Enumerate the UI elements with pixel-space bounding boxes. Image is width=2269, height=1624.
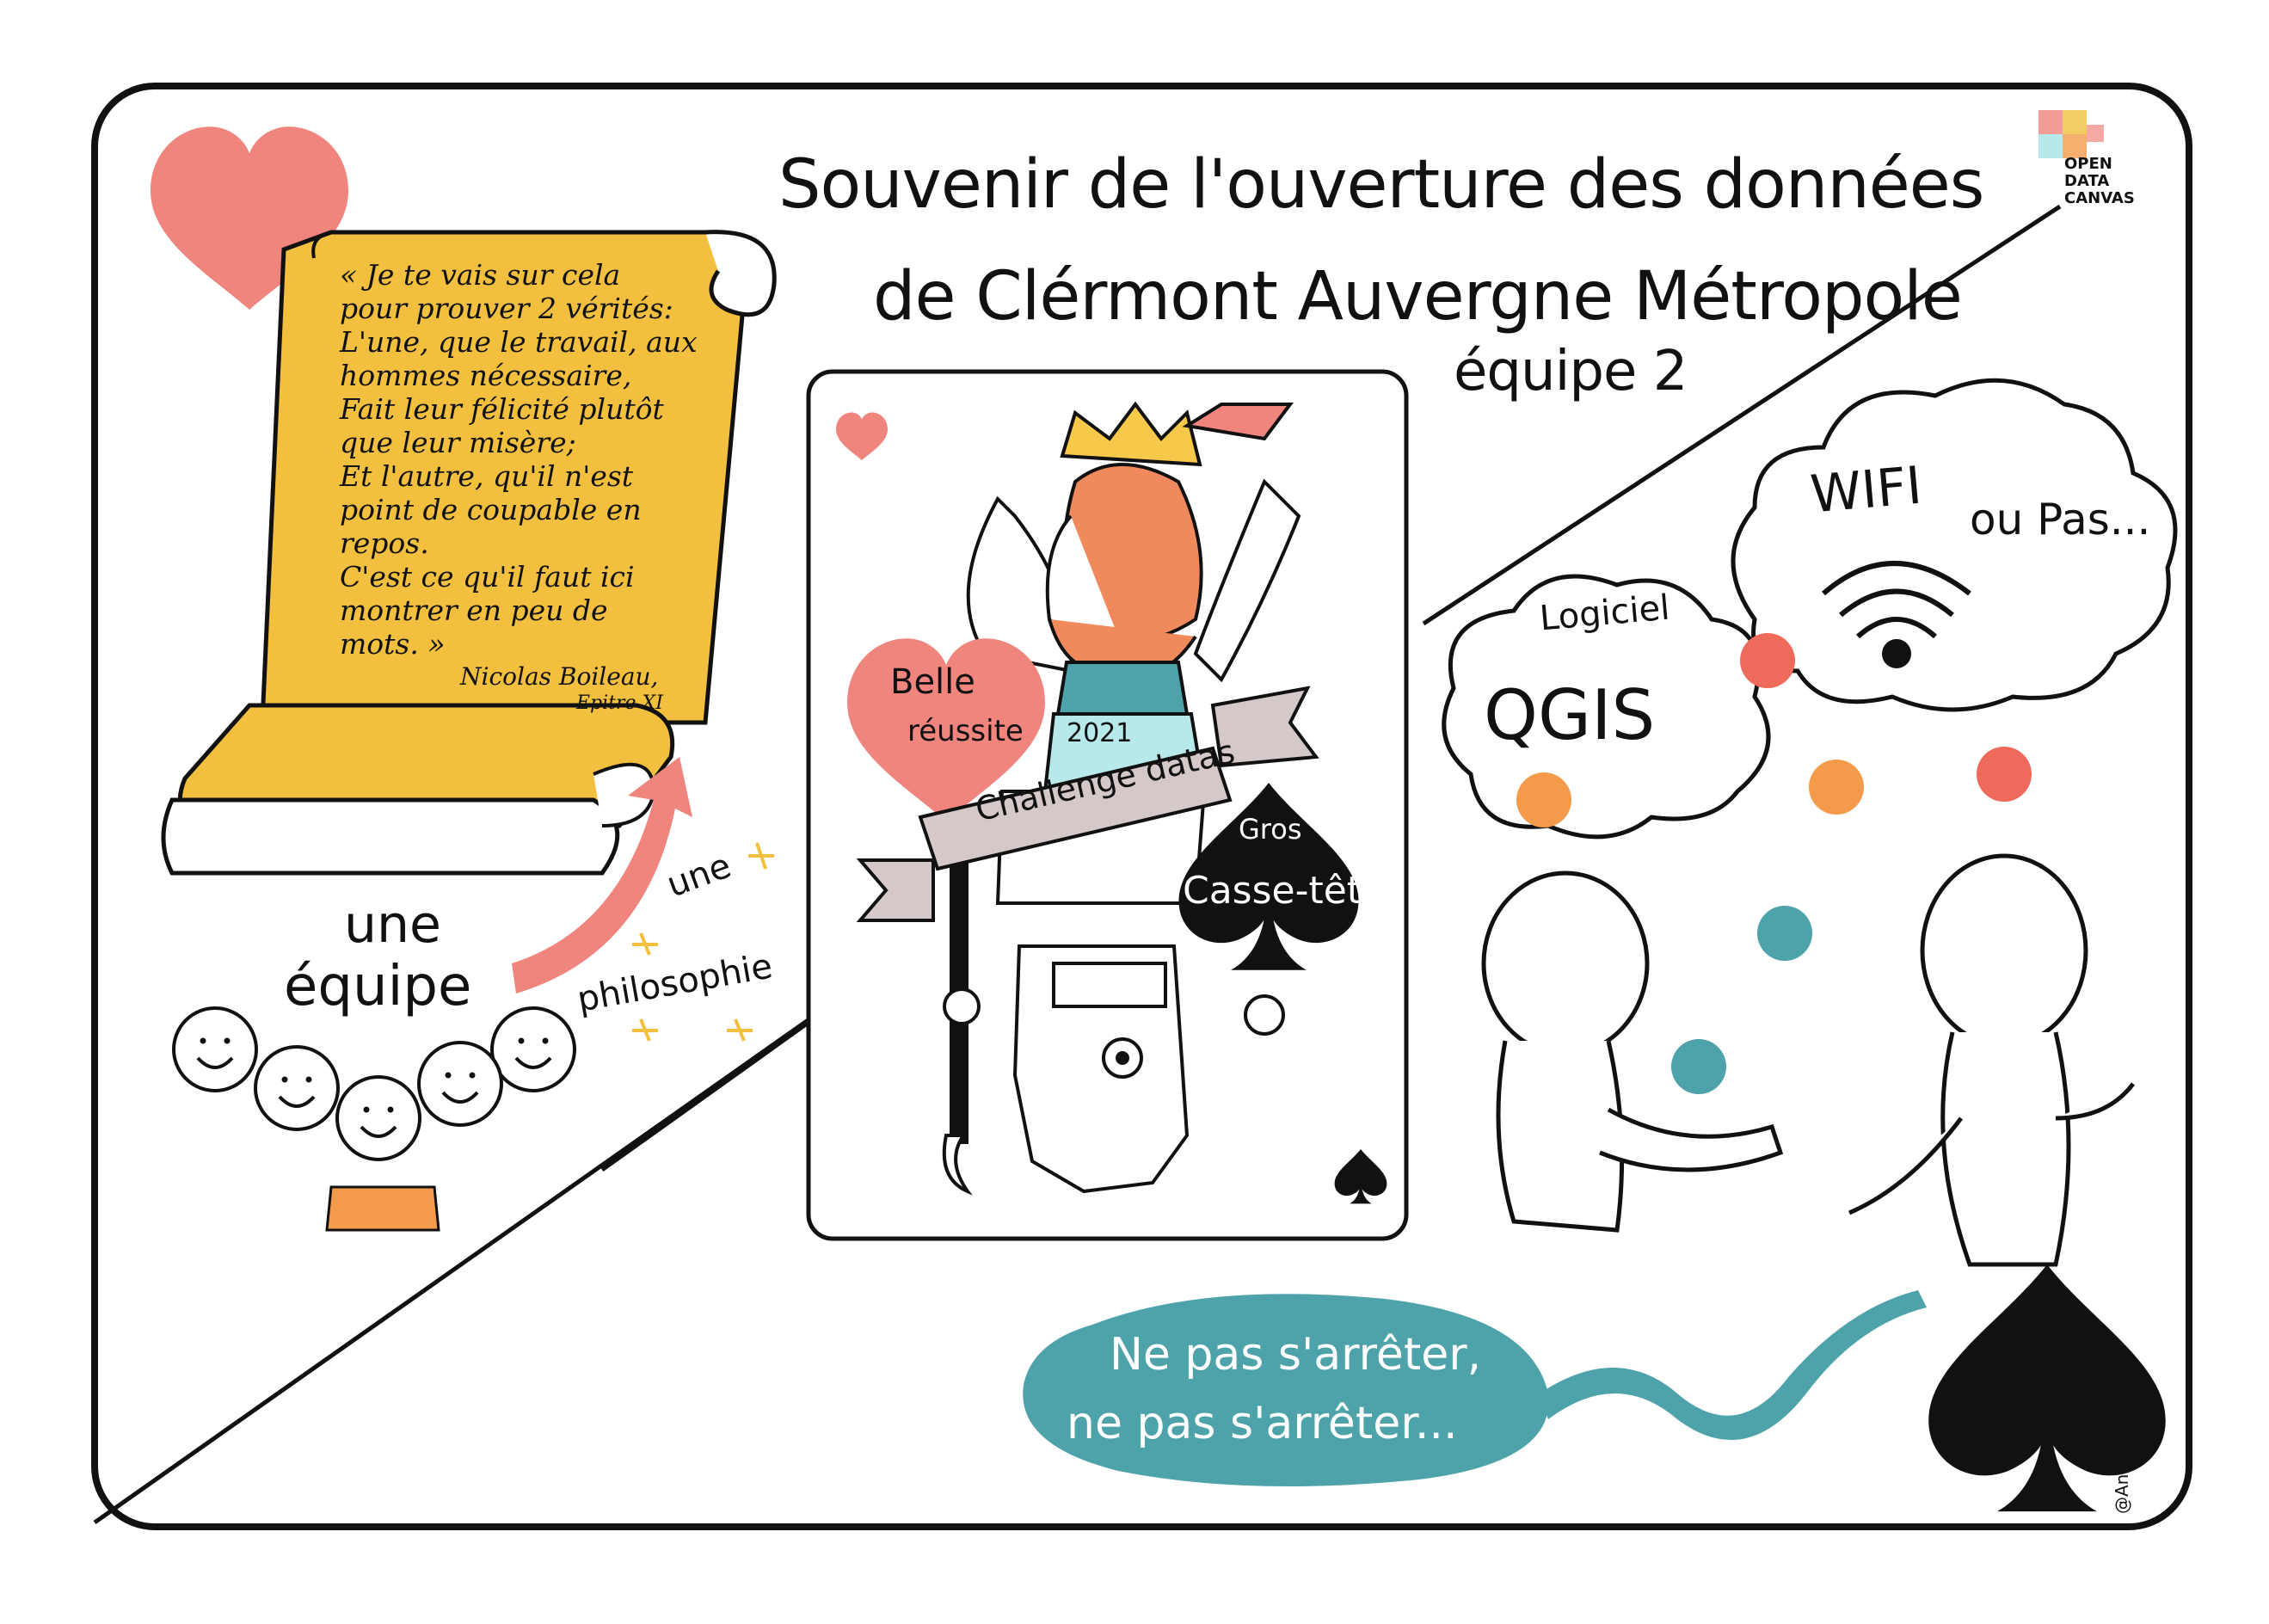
team-smileys [172,1006,576,1232]
ball-red-2 [1977,747,2032,802]
logo-text-3: CANVAS [2064,189,2135,207]
artist-signature: @AnneCallejon [2112,1383,2132,1514]
title-line-2: de Clérmont Auvergne Métropole [873,258,1963,335]
logo-text-1: OPEN [2064,155,2112,173]
speech-tail [1540,1290,1927,1440]
ball-teal-2 [1671,1039,1726,1094]
ball-orange-2 [1809,760,1864,815]
cloud-label-qgis: QGIS [1484,675,1656,755]
label-equipe: équipe [284,955,472,1018]
speech-line-1: Ne pas s'arrêter, [1110,1329,1482,1381]
card-spade-label-2: Casse-tête [1183,869,1386,913]
quote-source: Epitre XI [576,692,663,714]
logo-text-2: DATA [2064,172,2110,190]
person-left [1481,870,1784,1233]
card-spade-label-1: Gros [1239,813,1302,846]
title-line-1: Souvenir de l'ouverture des données [778,146,1984,224]
label-une: une [344,895,441,955]
card-heart-label-2: réussite [907,714,1024,748]
wifi-cloud [1731,378,2178,712]
speech-line-2: ne pas s'arrêter... [1067,1398,1458,1449]
ball-teal-1 [1757,906,1812,961]
team-number: équipe 2 [1454,340,1688,403]
ball-red-1 [1740,633,1795,688]
card-heart-label-1: Belle [890,662,975,702]
cloud-label-ou-pas: ou Pas... [1970,495,2151,544]
divider-left-upper [600,1011,823,1172]
person-right [1848,853,2135,1267]
quote-text: « Je te vais sur cela pour prouver 2 vér… [340,258,698,661]
open-data-canvas-logo [2038,110,2104,158]
quote-author: Nicolas Boileau, [460,662,659,691]
speech-bubble [1023,1294,1549,1486]
ball-orange-1 [1516,772,1571,827]
cloud-label-wifi: WIFI [1808,455,1925,526]
card-year: 2021 [1067,718,1133,748]
